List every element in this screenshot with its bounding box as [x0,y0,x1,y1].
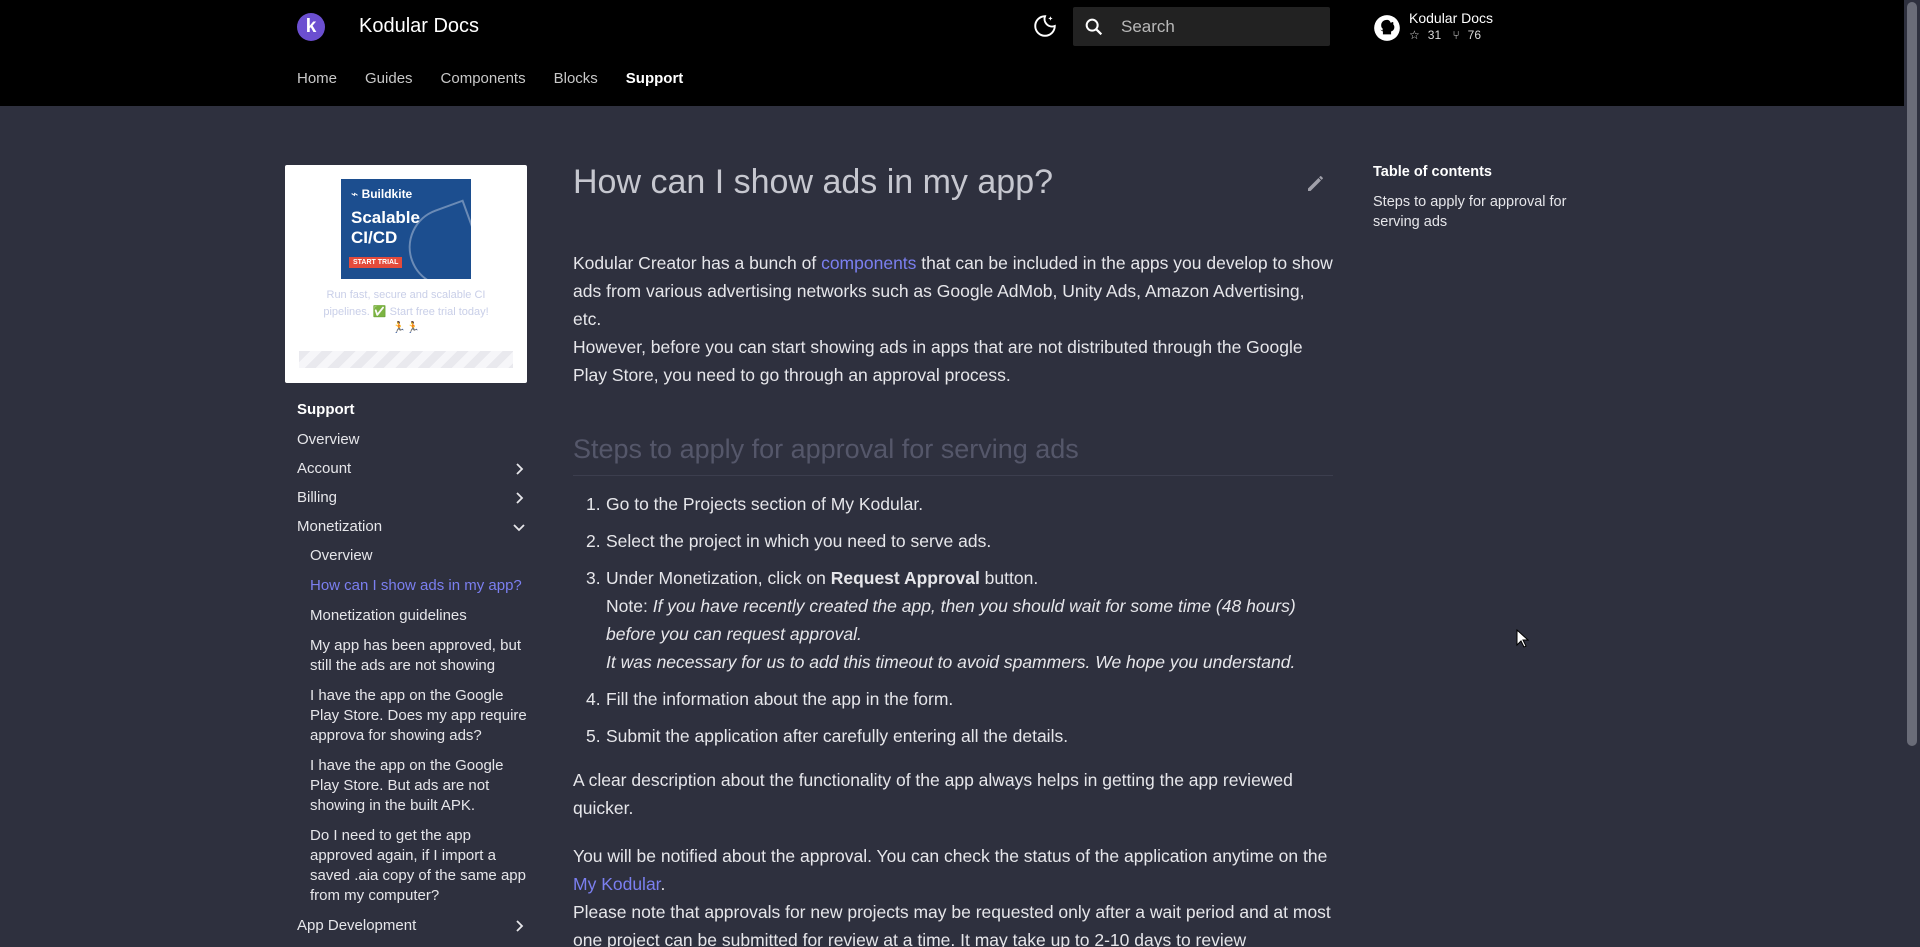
tab-blocks[interactable]: Blocks [554,70,598,87]
sidebar-item-label: App Development [297,917,417,934]
star-icon: ☆ [1409,28,1420,42]
list-item: 5. Submit the application after carefully… [586,726,1069,746]
sidebar: ⌁ Buildkite Scalable CI/CD START TRIAL Ru… [285,165,527,945]
sponsor-ad[interactable]: ⌁ Buildkite Scalable CI/CD START TRIAL Ru… [285,165,527,383]
header: k Kodular Docs Kodular Docs ☆ 31 ⑂ 76 Home… [0,0,1904,106]
search-input[interactable] [1121,7,1321,46]
ad-text[interactable]: Run fast, secure and scalable CI pipelin… [309,287,503,321]
sidebar-nav: Support Overview Account Billing Monetiz… [285,400,527,945]
dark-mode-toggle-icon[interactable] [1032,13,1058,39]
toc-item[interactable]: Steps to apply for approval for serving … [1373,192,1603,232]
top-nav-tabs: Home Guides Components Blocks Support [297,70,711,87]
sidebar-item-play-store-apk[interactable]: I have the app on the Google Play Store.… [310,756,527,826]
tab-support[interactable]: Support [626,70,684,87]
ad-banner-image[interactable]: ⌁ Buildkite Scalable CI/CD START TRIAL [341,179,471,279]
scroll-thumb[interactable] [1907,2,1917,746]
steps-list: 1. Go to the Projects section of My Kodul… [573,490,1333,759]
ad-emoji: 🏃🏃 [392,322,420,334]
description-paragraph: A clear description about the functional… [573,770,1293,818]
search-box[interactable] [1073,7,1330,46]
list-item: 3. Under Monetization, click on Request A… [586,568,1296,672]
my-kodular-link[interactable]: My Kodular [573,874,661,894]
page-title: How can I show ads in my app? [573,163,1054,201]
search-icon [1085,18,1103,36]
sidebar-item-account[interactable]: Account [297,459,527,488]
main-content: How can I show ads in my app? [573,160,1333,204]
chevron-down-icon [513,524,525,532]
sidebar-item-label: Account [297,460,352,477]
sidebar-item-app-development[interactable]: App Development [297,916,527,945]
section-heading-steps: Steps to apply for approval for serving … [573,434,1333,476]
mouse-cursor-icon [1516,629,1530,648]
chevron-right-icon [516,463,524,475]
intro-paragraph: Kodular Creator has a bunch of component… [573,253,1333,385]
table-of-contents: Table of contents Steps to apply for app… [1373,164,1603,232]
edit-pencil-icon[interactable] [1304,171,1328,195]
ad-footer-bar [299,351,513,368]
toc-title: Table of contents [1373,164,1492,180]
monetization-subnav: Overview How can I show ads in my app? M… [297,546,527,916]
kodular-logo[interactable]: k [297,13,325,41]
tab-components[interactable]: Components [441,70,526,87]
sidebar-item-monetization-overview[interactable]: Overview [310,546,527,576]
ad-brand: ⌁ Buildkite [351,187,413,201]
list-item: 1. Go to the Projects section of My Kodul… [586,494,924,514]
sidebar-item-label: Monetization [297,518,383,535]
sidebar-heading: Support [297,401,355,418]
sidebar-item-label: Billing [297,489,338,506]
components-link[interactable]: components [821,253,916,273]
sidebar-item-show-ads[interactable]: How can I show ads in my app? [310,576,527,606]
notification-paragraph: You will be notified about the approval.… [573,846,1331,947]
list-item: 4. Fill the information about the app in … [586,689,954,709]
tab-guides[interactable]: Guides [365,70,413,87]
github-icon [1374,15,1400,41]
sidebar-item-approved-no-ads[interactable]: My app has been approved, but still the … [310,636,527,686]
tab-home[interactable]: Home [297,70,337,87]
sidebar-item-billing[interactable]: Billing [297,488,527,517]
site-title[interactable]: Kodular Docs [359,15,479,38]
sidebar-item-overview[interactable]: Overview [297,430,527,459]
repo-name: Kodular Docs [1409,10,1494,26]
chevron-right-icon [516,920,524,932]
repo-stars: 31 [1427,28,1442,42]
sidebar-item-play-store-approval[interactable]: I have the app on the Google Play Store.… [310,686,527,756]
fork-icon: ⑂ [1452,28,1460,42]
sidebar-item-aia-reapproval[interactable]: Do I need to get the app approved again,… [310,826,527,916]
chevron-right-icon [516,492,524,504]
ad-cta: START TRIAL [349,257,403,268]
list-item: 2. Select the project in which you need t… [586,531,992,551]
sidebar-item-monetization[interactable]: Monetization [297,517,527,546]
repo-forks: 76 [1467,28,1482,42]
repo-stats: ☆ 31 ⑂ 76 [1409,28,1489,42]
page-scrollbar[interactable] [1904,0,1920,947]
sidebar-item-monetization-guidelines[interactable]: Monetization guidelines [310,606,527,636]
